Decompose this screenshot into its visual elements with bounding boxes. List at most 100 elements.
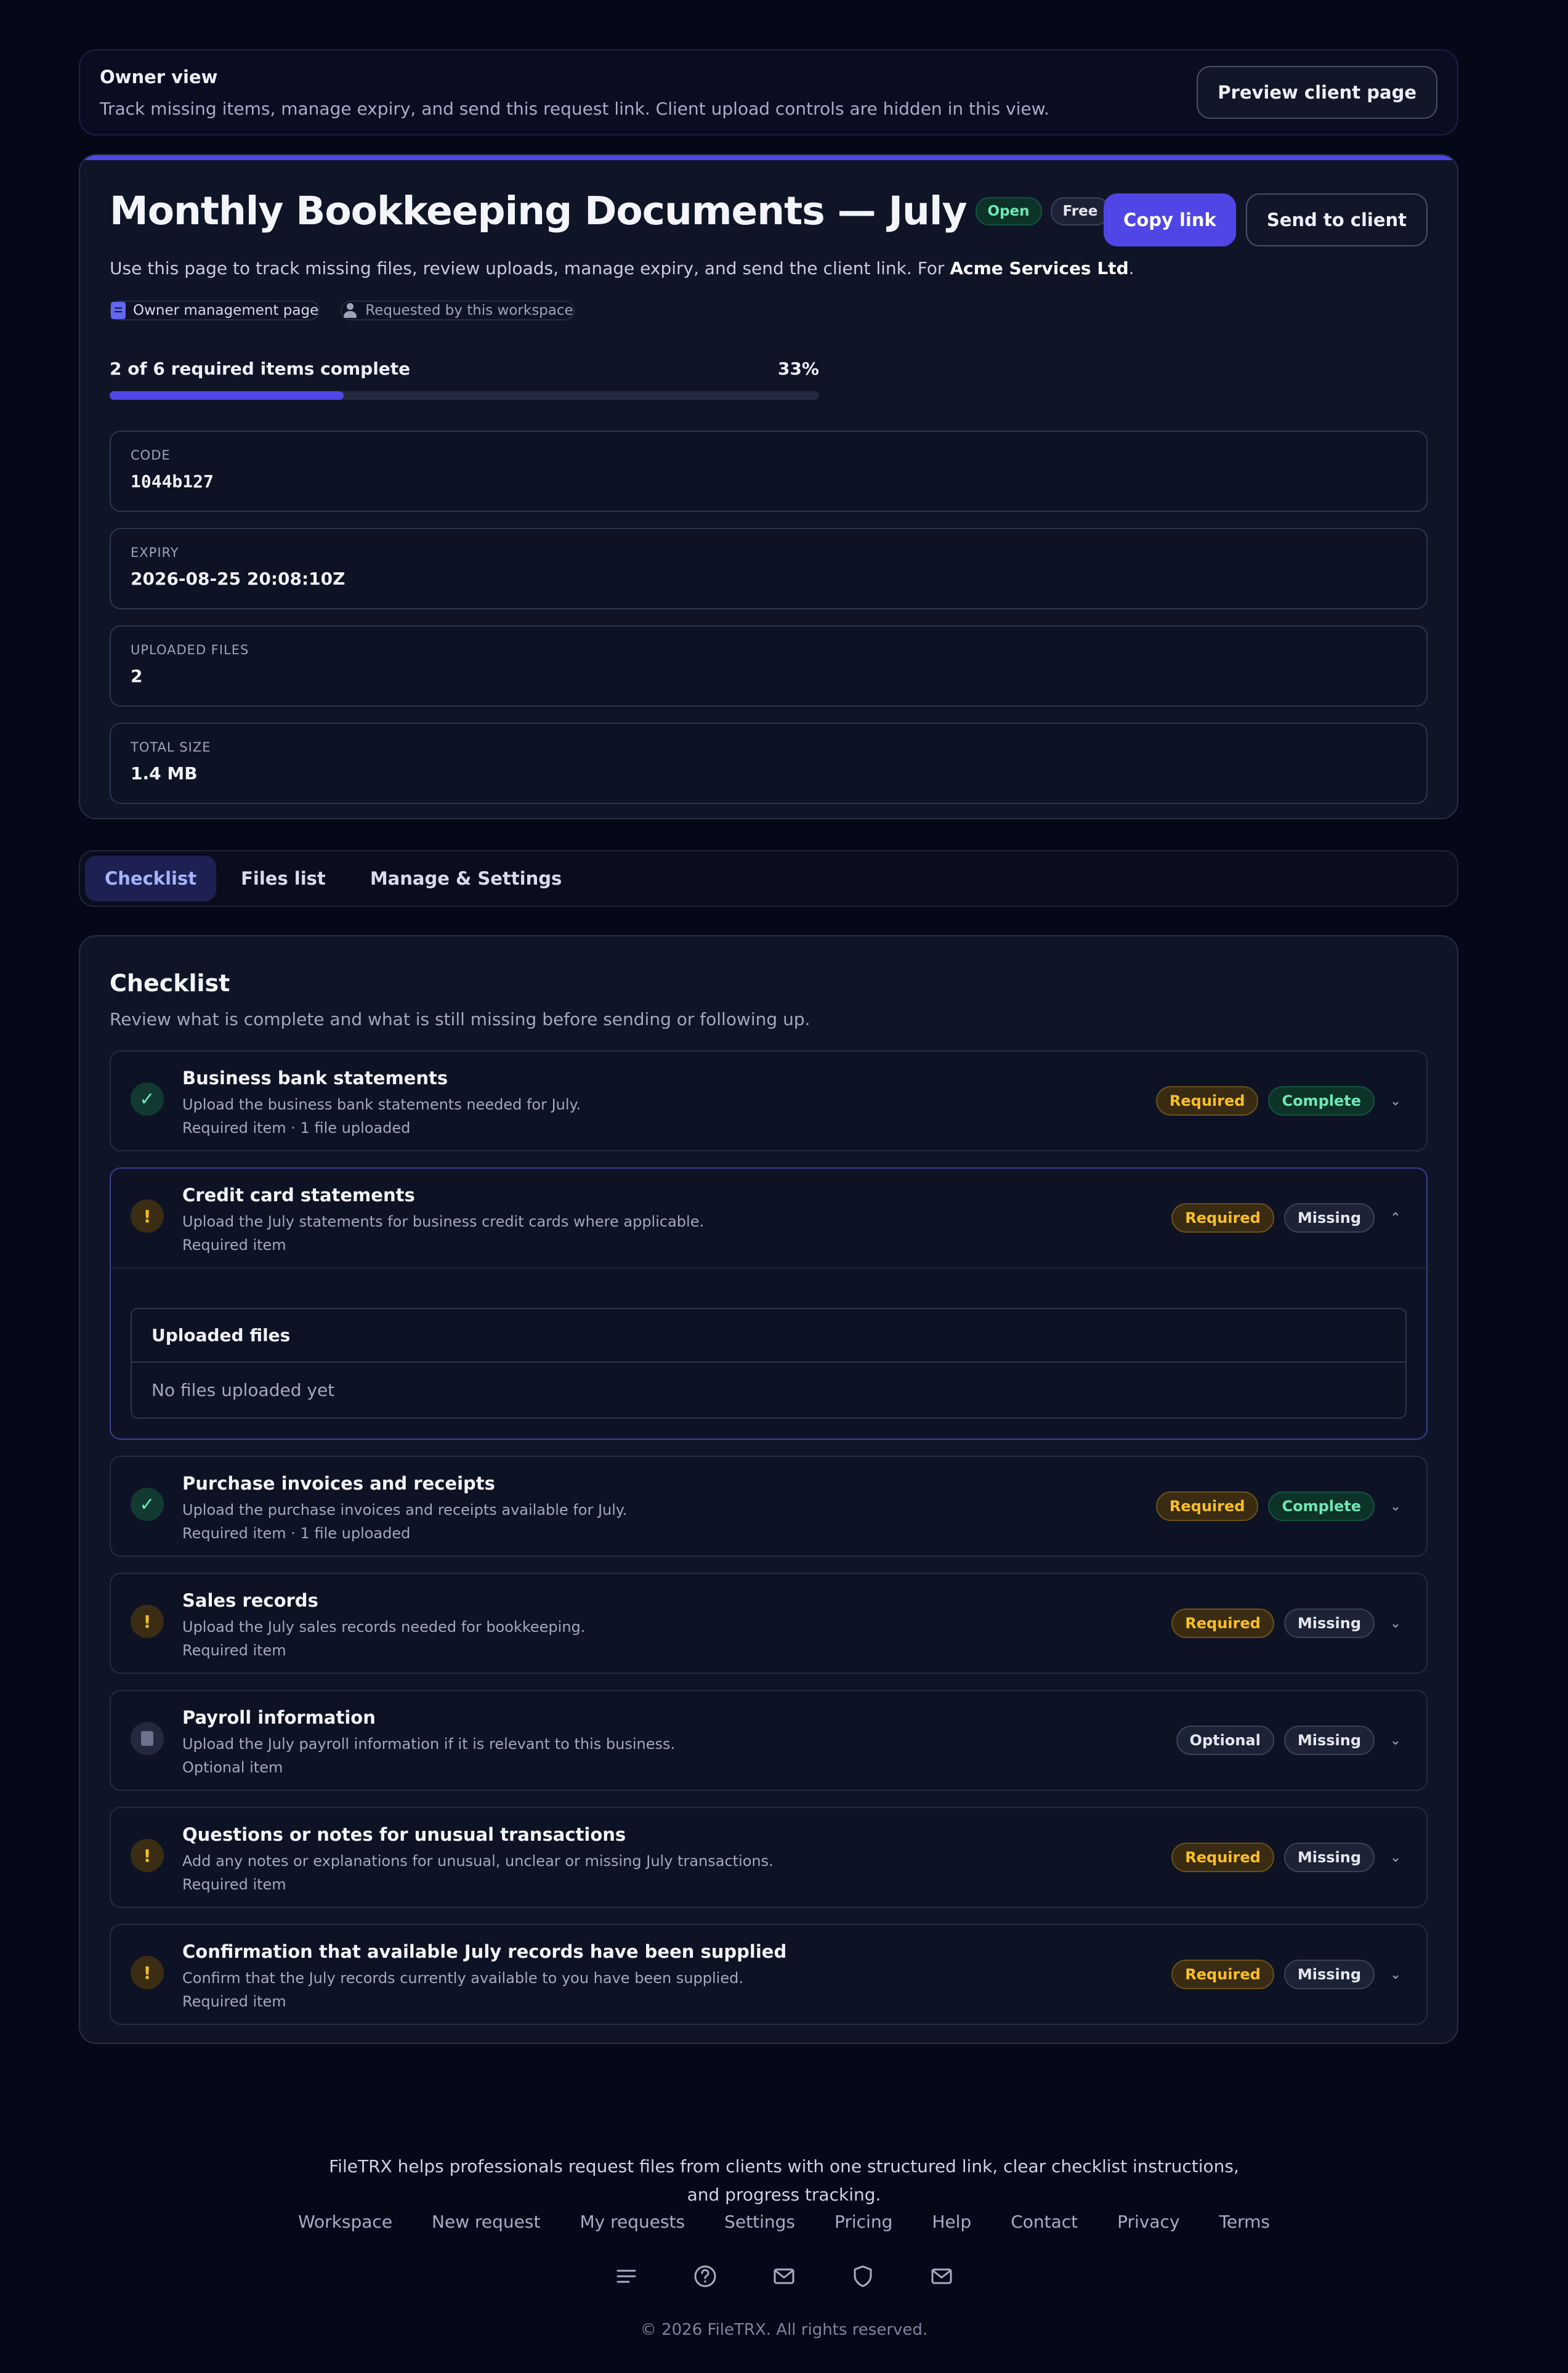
footer-link-privacy[interactable]: Privacy [1117, 2212, 1179, 2232]
description-text: Use this page to track missing files, re… [110, 258, 912, 278]
file-icon [131, 1722, 164, 1755]
checklist-item[interactable]: ! Questions or notes for unusual transac… [110, 1807, 1428, 1908]
uploaded-files-panel: Uploaded files No files uploaded yet [131, 1308, 1407, 1419]
shield-icon[interactable] [851, 2264, 875, 2289]
required-badge: Required [1155, 1491, 1259, 1521]
footer: FileTRX helps professionals request file… [0, 2152, 1568, 2339]
plan-badge: Free [1050, 197, 1110, 225]
status-badge: Missing [1283, 1608, 1375, 1638]
chevron-down-icon[interactable]: ⌄ [1384, 1846, 1407, 1868]
client-name: Acme Services Ltd [950, 258, 1129, 278]
footer-link-terms[interactable]: Terms [1219, 2212, 1270, 2232]
checklist-item[interactable]: ! Sales records Upload the July sales re… [110, 1573, 1428, 1674]
stat-label: UPLOADED FILES [131, 643, 249, 657]
banner-text-group: Owner view Track missing items, manage e… [100, 67, 1049, 119]
progress-bar [110, 391, 819, 400]
request-summary-card: Monthly Bookkeeping Documents — July Ope… [79, 154, 1458, 819]
item-title: Questions or notes for unusual transacti… [182, 1824, 626, 1845]
item-note: Required item · 1 file uploaded [182, 1119, 411, 1137]
chevron-down-icon[interactable]: ⌄ [1384, 1495, 1407, 1517]
stats-list: CODE 1044b127 EXPIRY 2026-08-25 20:08:10… [110, 431, 1428, 804]
footer-text: FileTRX helps professionals request file… [329, 2156, 1239, 2205]
stat-expiry: EXPIRY 2026-08-25 20:08:10Z [110, 528, 1428, 609]
divider [111, 1267, 1426, 1268]
menu-icon[interactable] [614, 2264, 639, 2289]
stat-value: 2 [131, 666, 143, 686]
status-badge: Missing [1283, 1726, 1375, 1755]
checklist-item-expanded[interactable]: ! Credit card statements Upload the July… [110, 1167, 1428, 1440]
copy-link-button[interactable]: Copy link [1104, 193, 1236, 246]
meta-page-type: Owner management page [110, 301, 320, 320]
stat-label: CODE [131, 448, 171, 463]
banner-title: Owner view [100, 66, 218, 87]
card-accent-bar [80, 155, 1457, 160]
item-title: Business bank statements [182, 1068, 448, 1089]
checklist-item[interactable]: ✓ Business bank statements Upload the bu… [110, 1050, 1428, 1151]
checklist-item[interactable]: ✓ Purchase invoices and receipts Upload … [110, 1456, 1428, 1557]
item-title: Sales records [182, 1590, 318, 1611]
chevron-up-icon[interactable]: ⌃ [1384, 1207, 1407, 1229]
check-icon: ✓ [131, 1082, 164, 1116]
status-badge: Missing [1283, 1203, 1375, 1233]
progress-percent: 33% [777, 359, 819, 379]
owner-view-banner: Owner view Track missing items, manage e… [79, 49, 1458, 136]
request-meta: Owner management page Requested by this … [110, 301, 1428, 336]
help-icon[interactable] [693, 2264, 717, 2289]
checklist-card: Checklist Review what is complete and wh… [79, 935, 1458, 2044]
checklist-subtitle: Review what is complete and what is stil… [110, 1009, 810, 1029]
footer-link-workspace[interactable]: Workspace [298, 2212, 392, 2232]
progress-summary: 2 of 6 required items complete 33% [110, 359, 819, 379]
chevron-down-icon[interactable]: ⌄ [1384, 1090, 1407, 1112]
checklist-item[interactable]: Payroll information Upload the July payr… [110, 1690, 1428, 1791]
footer-link-contact[interactable]: Contact [1011, 2212, 1078, 2232]
preview-client-page-button[interactable]: Preview client page [1197, 66, 1437, 119]
item-description: Upload the purchase invoices and receipt… [182, 1501, 628, 1519]
item-description: Upload the business bank statements need… [182, 1096, 581, 1113]
item-note: Required item [182, 1876, 286, 1893]
status-badge: Missing [1283, 1960, 1375, 1989]
copyright: © 2026 FileTRX. All rights reserved. [640, 2321, 928, 2339]
chevron-down-icon[interactable]: ⌄ [1384, 1729, 1407, 1751]
item-description: Confirm that the July records currently … [182, 1969, 743, 1987]
item-title: Payroll information [182, 1707, 376, 1728]
footer-link-new-request[interactable]: New request [432, 2212, 540, 2232]
stat-label: EXPIRY [131, 545, 179, 560]
footer-link-settings[interactable]: Settings [724, 2212, 795, 2232]
title-actions: Copy link Send to client [1104, 193, 1428, 246]
item-note: Required item [182, 1993, 286, 2010]
item-note: Required item · 1 file uploaded [182, 1525, 411, 1542]
tab-checklist[interactable]: Checklist [85, 856, 217, 901]
checklist-items: ✓ Business bank statements Upload the bu… [110, 1050, 1428, 2025]
footer-link-pricing[interactable]: Pricing [835, 2212, 892, 2232]
stat-value: 1044b127 [131, 471, 214, 492]
person-icon [342, 302, 358, 318]
checklist-item[interactable]: ! Confirmation that available July recor… [110, 1924, 1428, 2025]
tab-files-list[interactable]: Files list [221, 856, 346, 901]
checklist-title: Checklist [110, 970, 230, 997]
meta-requested-label: Requested by this workspace [365, 302, 573, 318]
stat-uploaded-files: UPLOADED FILES 2 [110, 625, 1428, 707]
for-label: For [917, 258, 945, 278]
status-badge: Complete [1268, 1086, 1375, 1116]
uploaded-files-title: Uploaded files [132, 1309, 1405, 1363]
request-description: Use this page to track missing files, re… [110, 258, 1134, 278]
tab-manage-settings[interactable]: Manage & Settings [350, 856, 581, 901]
send-to-client-button[interactable]: Send to client [1245, 193, 1428, 246]
footer-link-my-requests[interactable]: My requests [580, 2212, 685, 2232]
banner-description: Track missing items, manage expiry, and … [100, 98, 1049, 119]
page-title: Monthly Bookkeeping Documents — July [110, 189, 968, 233]
mail-icon[interactable] [772, 2264, 796, 2289]
chevron-down-icon[interactable]: ⌄ [1384, 1612, 1407, 1634]
stat-value: 2026-08-25 20:08:10Z [131, 569, 346, 589]
mail-icon[interactable] [929, 2264, 954, 2289]
warning-icon: ! [131, 1839, 164, 1872]
footer-link-help[interactable]: Help [932, 2212, 971, 2232]
item-title: Confirmation that available July records… [182, 1941, 787, 1962]
stat-value: 1.4 MB [131, 763, 198, 784]
chevron-down-icon[interactable]: ⌄ [1384, 1963, 1407, 1986]
item-description: Upload the July sales records needed for… [182, 1618, 586, 1636]
item-title: Purchase invoices and receipts [182, 1473, 495, 1494]
stat-label: TOTAL SIZE [131, 740, 211, 755]
document-icon [111, 302, 126, 319]
check-icon: ✓ [131, 1488, 164, 1521]
